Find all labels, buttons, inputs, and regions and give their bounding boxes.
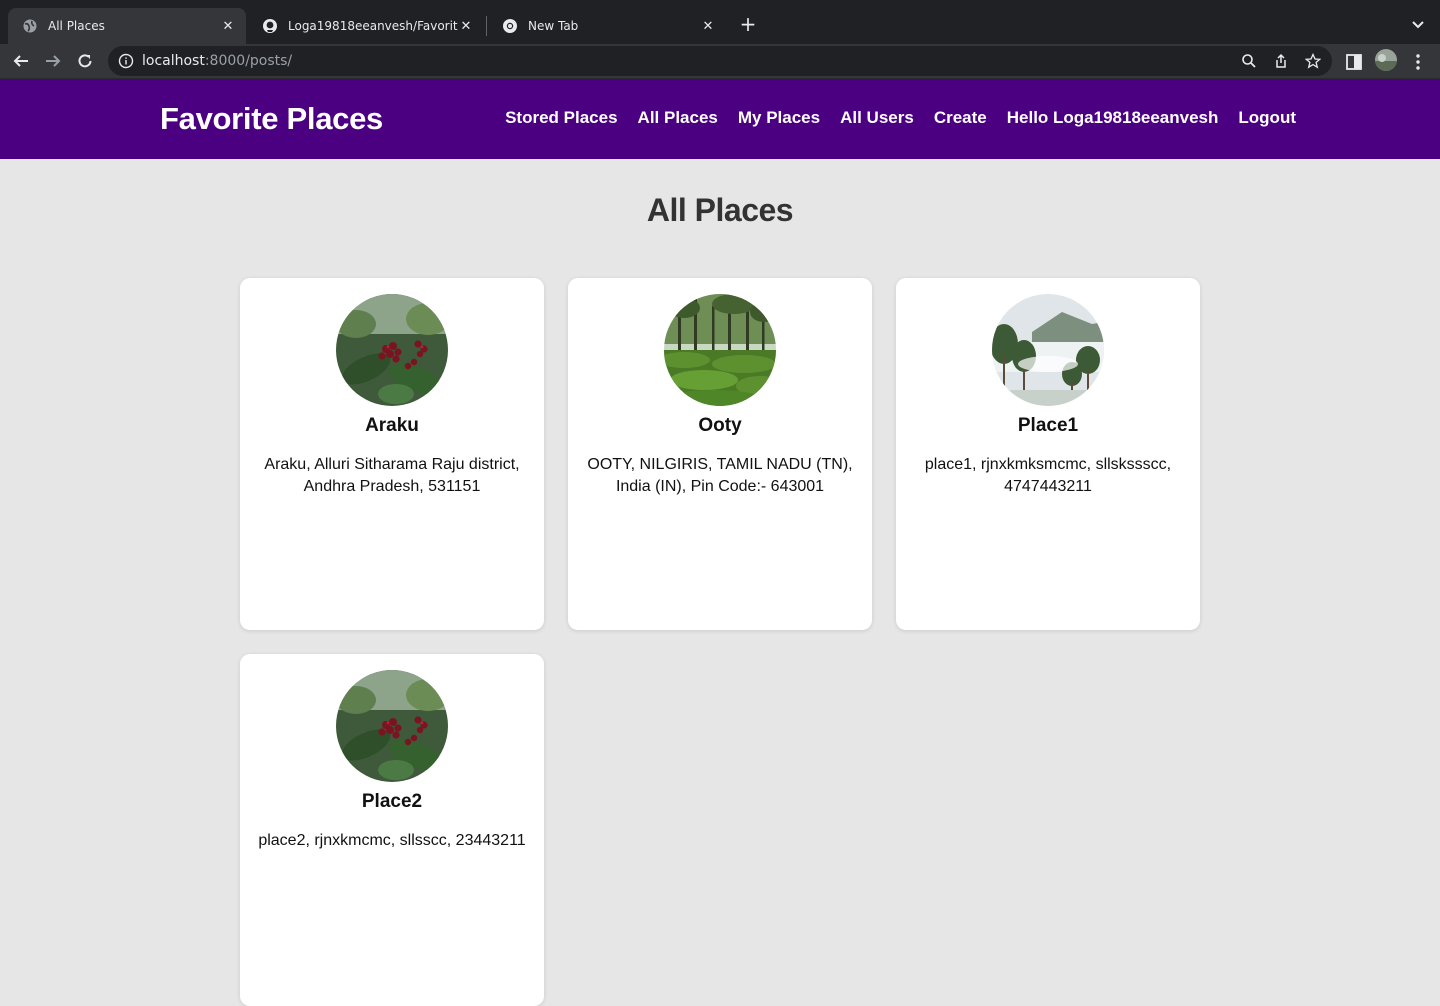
close-tab-icon[interactable]: ✕ xyxy=(700,18,716,34)
nav-create[interactable]: Create xyxy=(934,108,987,128)
place-card-araku[interactable]: Araku Araku, Alluri Sitharama Raju distr… xyxy=(240,278,544,630)
place-image-coffee-plant xyxy=(336,294,448,406)
tab-title: All Places xyxy=(48,19,105,33)
site-header: Favorite Places Stored Places All Places… xyxy=(0,79,1440,159)
tab-separator xyxy=(486,16,487,36)
github-icon xyxy=(262,18,278,34)
place-card-place2[interactable]: Place2 place2, rjnxkmcmc, sllsscc, 23443… xyxy=(240,654,544,1006)
nav-hello-user[interactable]: Hello Loga19818eeanvesh xyxy=(1007,108,1219,128)
place-address: OOTY, NILGIRIS, TAMIL NADU (TN), India (… xyxy=(587,456,853,495)
place-card-ooty[interactable]: Ooty OOTY, NILGIRIS, TAMIL NADU (TN), In… xyxy=(568,278,872,630)
back-arrow-icon[interactable] xyxy=(8,48,34,74)
side-panel-icon[interactable] xyxy=(1344,52,1364,72)
place-address: place1, rjnxkmksmcmc, sllsksssсc, 474744… xyxy=(924,456,1172,495)
chrome-icon xyxy=(502,18,518,34)
close-tab-icon[interactable]: ✕ xyxy=(220,18,236,34)
nav-stored-places[interactable]: Stored Places xyxy=(505,108,617,128)
main-nav: Stored Places All Places My Places All U… xyxy=(505,108,1296,128)
place-name: Place1 xyxy=(1017,415,1079,436)
profile-avatar[interactable] xyxy=(1375,49,1397,71)
place-image-tea-garden xyxy=(664,294,776,406)
browser-tab-github[interactable]: Loga19818eeanvesh/Favorite_Pl ✕ xyxy=(248,8,484,44)
tab-search-chevron-icon[interactable] xyxy=(1408,14,1428,34)
site-brand[interactable]: Favorite Places xyxy=(160,101,383,137)
new-tab-plus-icon[interactable]: + xyxy=(738,14,758,34)
share-icon[interactable] xyxy=(1273,53,1289,69)
tab-title: New Tab xyxy=(528,19,579,33)
page-title: All Places xyxy=(646,192,794,228)
browser-tab-all-places[interactable]: All Places ✕ xyxy=(8,8,246,44)
nav-all-users[interactable]: All Users xyxy=(840,108,914,128)
place-name: Araku xyxy=(365,415,419,436)
bookmark-star-icon[interactable] xyxy=(1304,52,1322,69)
zoom-magnifier-icon[interactable] xyxy=(1241,53,1257,69)
close-tab-icon[interactable]: ✕ xyxy=(458,18,474,34)
browser-tab-new-tab[interactable]: New Tab ✕ xyxy=(488,8,726,44)
tab-title: Loga19818eeanvesh/Favorite_Pl xyxy=(288,19,458,33)
site-info-icon[interactable] xyxy=(118,53,134,69)
nav-logout[interactable]: Logout xyxy=(1238,108,1296,128)
nav-all-places[interactable]: All Places xyxy=(638,108,718,128)
place-image-coffee-plant xyxy=(336,670,448,782)
place-image-misty-forest xyxy=(992,294,1104,406)
place-card-place1[interactable]: Place1 place1, rjnxkmksmcmc, sllsksssсc,… xyxy=(896,278,1200,630)
nav-my-places[interactable]: My Places xyxy=(738,108,820,128)
forward-arrow-icon[interactable] xyxy=(40,48,66,74)
url-text: localhost:8000/posts/ xyxy=(142,53,292,69)
reload-icon[interactable] xyxy=(72,48,98,74)
place-address: Araku, Alluri Sitharama Raju district, A… xyxy=(264,456,520,495)
browser-tab-strip: All Places ✕ Loga19818eeanvesh/Favorite_… xyxy=(0,0,1440,44)
globe-icon xyxy=(22,18,38,34)
place-address: place2, rjnxkmcmc, sllsscc, 23443211 xyxy=(258,832,526,849)
address-bar[interactable]: localhost:8000/posts/ xyxy=(108,46,1332,76)
place-name: Place2 xyxy=(361,791,423,812)
url-path: :8000/posts/ xyxy=(204,53,293,69)
url-host: localhost xyxy=(142,53,205,69)
browser-menu-kebab-icon[interactable] xyxy=(1408,52,1428,72)
browser-toolbar: localhost:8000/posts/ xyxy=(0,44,1440,79)
place-name: Ooty xyxy=(698,415,742,436)
